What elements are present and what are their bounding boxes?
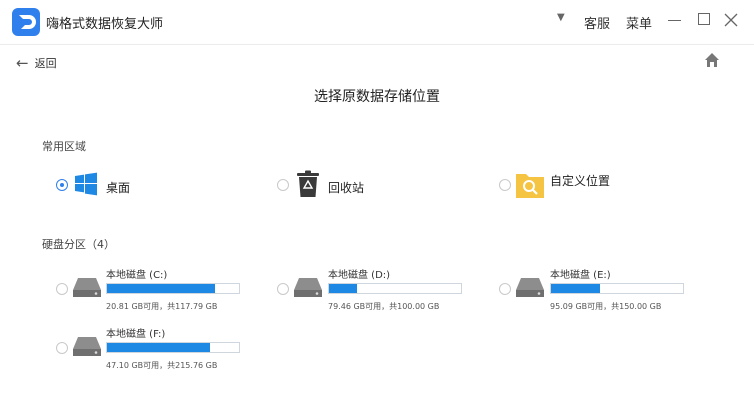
- drive-c-label[interactable]: 本地磁盘 (C:): [106, 266, 167, 281]
- drive-d-label[interactable]: 本地磁盘 (D:): [328, 266, 390, 281]
- maximize-icon[interactable]: [698, 13, 710, 25]
- app-title: 嗨格式数据恢复大师: [46, 17, 164, 32]
- drive-f-info: 47.10 GB可用，共215.76 GB: [106, 361, 218, 370]
- drive-f-label[interactable]: 本地磁盘 (F:): [106, 325, 165, 340]
- menu-button[interactable]: 菜单: [626, 13, 652, 32]
- windows-logo-icon: [74, 172, 98, 196]
- drive-d-info: 79.46 GB可用，共100.00 GB: [328, 302, 440, 311]
- close-icon[interactable]: [724, 12, 738, 27]
- drive-e-info: 95.09 GB可用，共150.00 GB: [550, 302, 662, 311]
- hard-disk-icon: [72, 277, 102, 299]
- drive-c-info: 20.81 GB可用，共117.79 GB: [106, 302, 218, 311]
- page-title: 选择原数据存储位置: [314, 89, 440, 105]
- back-button[interactable]: ← 返回: [16, 54, 57, 72]
- recycle-bin-icon: [296, 170, 320, 198]
- custom-location-radio[interactable]: [499, 179, 511, 191]
- drive-e-label[interactable]: 本地磁盘 (E:): [550, 266, 611, 281]
- hard-disk-icon: [293, 277, 323, 299]
- drive-c-usage-bar: [106, 283, 240, 294]
- service-button[interactable]: 客服: [584, 13, 610, 32]
- home-icon[interactable]: [704, 52, 720, 68]
- drive-c-usage-fill: [107, 284, 216, 293]
- drive-e-usage-fill: [551, 284, 600, 293]
- hard-disk-icon: [72, 336, 102, 358]
- custom-location-label[interactable]: 自定义位置: [550, 172, 610, 189]
- common-area-heading: 常用区域: [42, 140, 86, 153]
- drive-d-usage-bar: [328, 283, 462, 294]
- drive-f-usage-fill: [107, 343, 210, 352]
- hard-disk-icon: [515, 277, 545, 299]
- app-logo-icon: [12, 8, 40, 36]
- recycle-bin-radio[interactable]: [277, 179, 289, 191]
- dropdown-caret-icon[interactable]: ▼: [557, 12, 565, 23]
- drive-d-usage-fill: [329, 284, 357, 293]
- drive-partitions-heading: 硬盘分区（4）: [42, 238, 115, 251]
- folder-search-icon: [516, 171, 544, 198]
- drive-d-radio[interactable]: [277, 283, 289, 295]
- minimize-icon[interactable]: [668, 20, 681, 21]
- drive-e-radio[interactable]: [499, 283, 511, 295]
- drive-f-radio[interactable]: [56, 342, 68, 354]
- back-arrow-icon: ←: [16, 54, 29, 72]
- drive-c-radio[interactable]: [56, 283, 68, 295]
- desktop-label[interactable]: 桌面: [106, 179, 130, 196]
- recycle-bin-label[interactable]: 回收站: [328, 179, 364, 196]
- drive-f-usage-bar: [106, 342, 240, 353]
- drive-e-usage-bar: [550, 283, 684, 294]
- desktop-radio[interactable]: [56, 179, 68, 191]
- back-label: 返回: [34, 57, 57, 70]
